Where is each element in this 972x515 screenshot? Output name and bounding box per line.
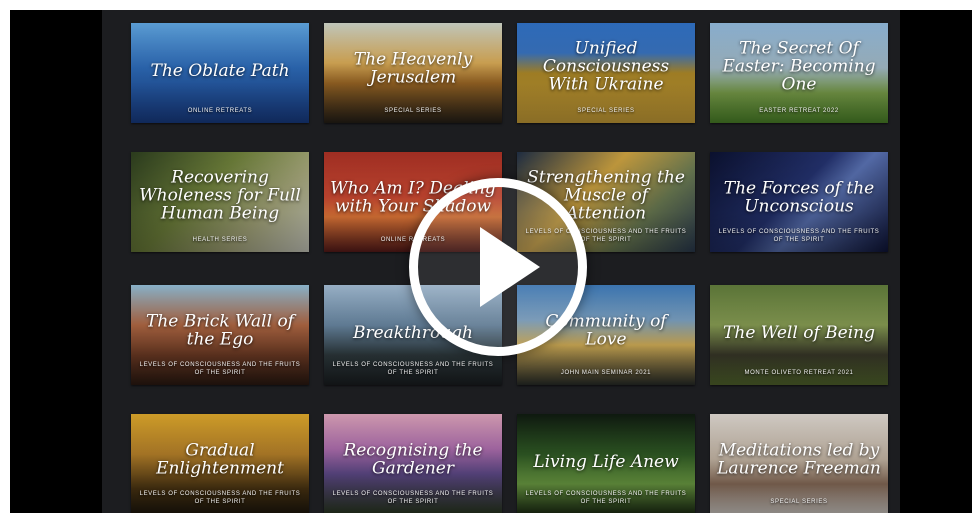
tile-heavenly-jerusalem[interactable]: The Heavenly Jerusalem Special Series <box>324 23 502 123</box>
play-icon <box>480 227 540 307</box>
tile-title: Recognising the Gardener <box>343 440 483 479</box>
tile-title: Recovering Wholeness for Full Human Bein… <box>139 167 301 224</box>
tile-title: The Brick Wall of the Ego <box>146 311 294 350</box>
tile-subtitle: John Main Seminar 2021 <box>560 370 652 376</box>
video-player[interactable]: The Oblate Path Online Retreats The Heav… <box>10 10 972 513</box>
tile-living-life-anew[interactable]: Living Life Anew Levels of Consciousness… <box>517 414 695 513</box>
tile-forces-unconscious[interactable]: The Forces of the Unconscious Levels of … <box>710 152 888 252</box>
tile-subtitle: Levels of Consciousness and the Fruits o… <box>332 362 494 376</box>
tile-subtitle: Levels of Consciousness and the Fruits o… <box>139 491 301 505</box>
tile-title: Meditations led by Laurence Freeman <box>717 440 881 479</box>
tile-well-of-being[interactable]: The Well of Being Monte Oliveto Retreat … <box>710 285 888 385</box>
tile-oblate-path[interactable]: The Oblate Path Online Retreats <box>131 23 309 123</box>
tile-title: Living Life Anew <box>533 451 679 472</box>
tile-subtitle: Monte Oliveto Retreat 2021 <box>744 370 854 376</box>
tile-recognising-gardener[interactable]: Recognising the Gardener Levels of Consc… <box>324 414 502 513</box>
tile-meditations-laurence-freeman[interactable]: Meditations led by Laurence Freeman Spec… <box>710 414 888 513</box>
tile-subtitle: Levels of Consciousness and the Fruits o… <box>139 362 301 376</box>
tile-secret-of-easter[interactable]: The Secret Of Easter: Becoming One Easte… <box>710 23 888 123</box>
tile-title: Unified Consciousness With Ukraine <box>542 38 670 95</box>
tile-title: The Secret Of Easter: Becoming One <box>722 38 876 95</box>
tile-unified-consciousness[interactable]: Unified Consciousness With Ukraine Speci… <box>517 23 695 123</box>
tile-recovering-wholeness[interactable]: Recovering Wholeness for Full Human Bein… <box>131 152 309 252</box>
tile-subtitle: Health Series <box>192 237 248 243</box>
tile-title: The Forces of the Unconscious <box>723 178 875 217</box>
tile-subtitle: Levels of Consciousness and the Fruits o… <box>718 229 880 243</box>
tile-subtitle: Levels of Consciousness and the Fruits o… <box>332 491 494 505</box>
tile-subtitle: Online Retreats <box>187 108 253 114</box>
tile-title: The Oblate Path <box>150 60 290 81</box>
tile-title: The Heavenly Jerusalem <box>353 49 473 88</box>
tile-brick-wall-ego[interactable]: The Brick Wall of the Ego Levels of Cons… <box>131 285 309 385</box>
tile-title: The Well of Being <box>723 322 875 343</box>
play-button[interactable] <box>409 178 587 356</box>
tile-gradual-enlightenment[interactable]: Gradual Enlightenment Levels of Consciou… <box>131 414 309 513</box>
tile-subtitle: Special Series <box>384 108 442 114</box>
tile-subtitle: Special Series <box>770 499 828 505</box>
tile-subtitle: Easter Retreat 2022 <box>759 108 839 114</box>
tile-subtitle: Special Series <box>577 108 635 114</box>
tile-subtitle: Levels of Consciousness and the Fruits o… <box>525 491 687 505</box>
tile-title: Gradual Enlightenment <box>156 440 284 479</box>
